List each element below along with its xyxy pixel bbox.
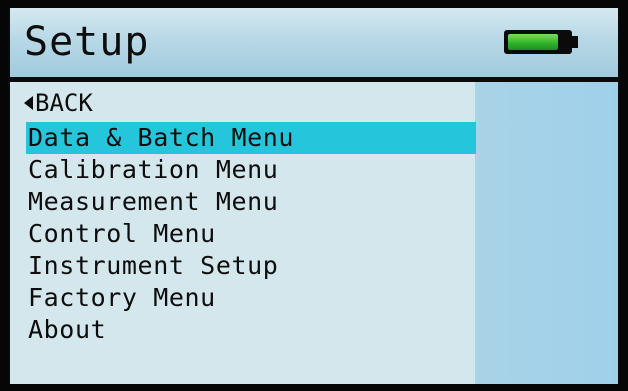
battery-terminal [572,36,578,48]
back-button[interactable]: BACK [24,88,93,118]
side-panel [475,82,618,384]
device-bezel: Setup BACK Data & Batch Menu Calibration… [0,0,628,391]
battery-icon [504,30,578,54]
back-label: BACK [35,89,93,117]
setup-menu-list: Data & Batch Menu Calibration Menu Measu… [26,122,476,346]
lcd-screen: Setup BACK Data & Batch Menu Calibration… [8,8,620,384]
battery-level-fill [508,34,559,50]
menu-item-factory[interactable]: Factory Menu [26,282,476,314]
menu-item-data-batch[interactable]: Data & Batch Menu [26,122,476,154]
title-bar: Setup [10,8,618,77]
menu-panel: BACK Data & Batch Menu Calibration Menu … [10,82,618,384]
menu-item-control[interactable]: Control Menu [26,218,476,250]
page-title: Setup [24,19,150,65]
menu-item-measurement[interactable]: Measurement Menu [26,186,476,218]
menu-item-about[interactable]: About [26,314,476,346]
battery-body [504,30,572,54]
left-arrow-icon [24,96,33,110]
menu-item-instrument-setup[interactable]: Instrument Setup [26,250,476,282]
menu-item-calibration[interactable]: Calibration Menu [26,154,476,186]
